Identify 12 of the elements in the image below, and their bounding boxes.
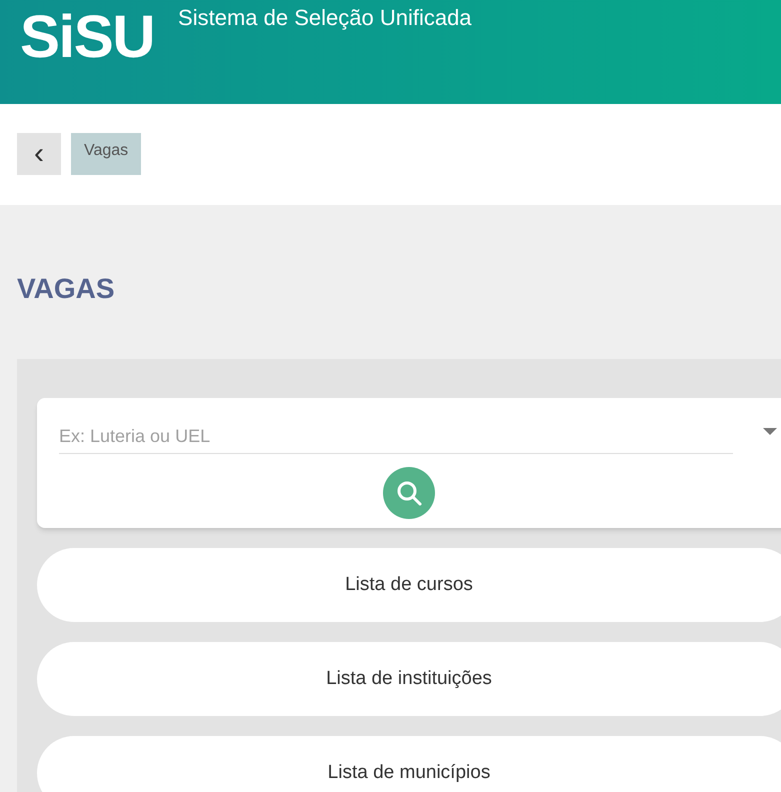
breadcrumb-item[interactable]: Vagas	[71, 133, 142, 175]
back-button[interactable]: ‹	[17, 133, 61, 175]
dropdown-icon[interactable]	[763, 428, 777, 436]
site-title: Sistema de Seleção Unificada	[178, 4, 472, 32]
search-button[interactable]	[383, 467, 435, 519]
search-icon	[395, 479, 423, 507]
list-link-button[interactable]: Lista de cursos	[37, 548, 781, 622]
logo: SiSU	[20, 2, 154, 72]
list-link-button[interactable]: Lista de instituições	[37, 642, 781, 716]
page-title: VAGAS	[17, 273, 116, 305]
search-field[interactable]: Ex: Luteria ou UEL	[59, 420, 733, 454]
list-link-button[interactable]: Lista de municípios	[37, 736, 781, 792]
